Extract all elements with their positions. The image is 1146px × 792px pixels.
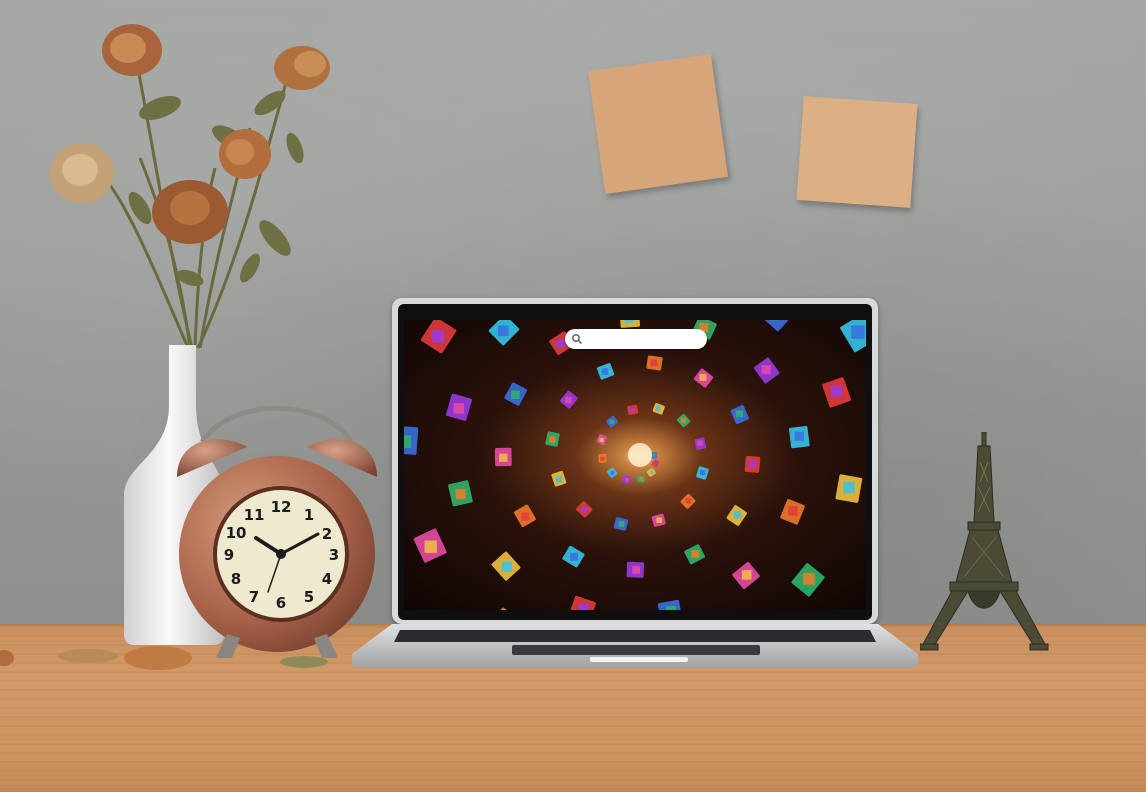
stained-glass-pane-detail [609,419,615,425]
spiral-center-light [628,443,652,467]
stained-glass-pane-detail [639,477,644,481]
stained-glass-pane-detail [555,476,562,483]
stained-glass-pane-detail [843,481,855,494]
stained-glass-pane-detail [501,561,512,572]
stained-glass-pane-detail [830,385,842,398]
clock-numeral-10: 10 [226,524,247,542]
laptop-screen [404,320,866,610]
stained-glass-pane-detail [499,453,508,462]
stained-glass-pane-detail [497,325,509,337]
clock-numeral-4: 4 [322,570,332,588]
stained-glass-pane-detail [655,406,661,411]
clock-numeral-11: 11 [244,506,265,524]
stained-glass-pane-detail [650,359,658,367]
stained-glass-pane-detail [601,368,609,375]
search-icon [572,334,582,344]
stained-glass-pane-detail [735,410,743,418]
clock-numeral-6: 6 [276,594,286,612]
stained-glass-pane-detail [652,453,656,457]
stained-glass-pane-detail [581,506,588,513]
stained-glass-pane-detail [629,407,635,413]
clock-numeral-1: 1 [304,506,314,524]
stained-glass-pane-detail [565,396,572,404]
stained-glass-pane-detail [680,417,686,423]
clock-numeral-3: 3 [329,546,339,564]
stained-glass-pane-detail [685,498,691,504]
stained-glass-pane-detail [511,390,520,399]
stained-glass-pane-detail [733,511,741,519]
stained-glass-wallpaper [404,320,866,610]
stained-glass-pane-detail [656,517,662,523]
fallen-petals [0,646,328,670]
stained-glass-pane-detail [788,506,798,516]
laptop-base [352,624,918,668]
stained-glass-pane-detail [431,330,445,343]
clock-numeral-12: 12 [271,498,292,516]
stained-glass-pane-detail [618,521,625,527]
stained-glass-pane-detail [599,437,604,443]
stained-glass-pane-detail [697,440,703,446]
stained-glass-pane-detail [794,431,804,441]
stained-glass-pane-detail [654,461,658,465]
stained-glass-pane-detail [404,435,411,448]
stained-glass-pane-detail [549,436,556,443]
search-input[interactable] [585,330,699,348]
clock-numeral-5: 5 [304,588,314,606]
stained-glass-pane-detail [741,570,752,580]
desk-scene: 12 1 2 3 4 5 6 7 8 9 10 11 [0,0,1146,792]
clock-numeral-2: 2 [322,525,332,543]
stained-glass-pane-detail [700,469,706,476]
stained-glass-pane-detail [624,320,634,323]
search-bar[interactable] [565,329,707,349]
stained-glass-pane-detail [453,403,464,414]
stained-glass-pane-detail [749,460,757,468]
sticky-note-left [587,53,729,195]
stained-glass-pane-detail [666,606,676,610]
clock-numeral-7: 7 [249,588,259,606]
clock-numeral-9: 9 [224,546,234,564]
stained-glass-pane-detail [699,374,707,381]
eiffel-tower-figurine [920,432,1049,651]
stained-glass-pane-detail [610,470,615,475]
trackpad [512,645,760,655]
clock-numeral-8: 8 [231,570,241,588]
stained-glass-pane-detail [803,573,815,585]
stained-glass-pane-detail [424,540,437,553]
stained-glass-pane-detail [600,456,605,461]
stained-glass-pane-detail [851,325,865,339]
dried-roses [50,24,330,349]
stained-glass-pane-detail [570,552,578,561]
sticky-note-right [796,96,918,208]
stained-glass-pane-detail [578,603,589,610]
stained-glass-pane-detail [691,550,700,558]
keyboard [394,630,876,642]
stained-glass-pane-detail [625,477,629,482]
alarm-clock: 12 1 2 3 4 5 6 7 8 9 10 11 [177,405,377,658]
stained-glass-pane-detail [556,339,565,348]
stained-glass-pane-detail [632,565,641,574]
stained-glass-pane-detail [521,512,530,521]
stained-glass-pane-detail [761,365,771,375]
stained-glass-pane-detail [455,489,466,500]
stained-glass-pane-detail [650,470,654,474]
